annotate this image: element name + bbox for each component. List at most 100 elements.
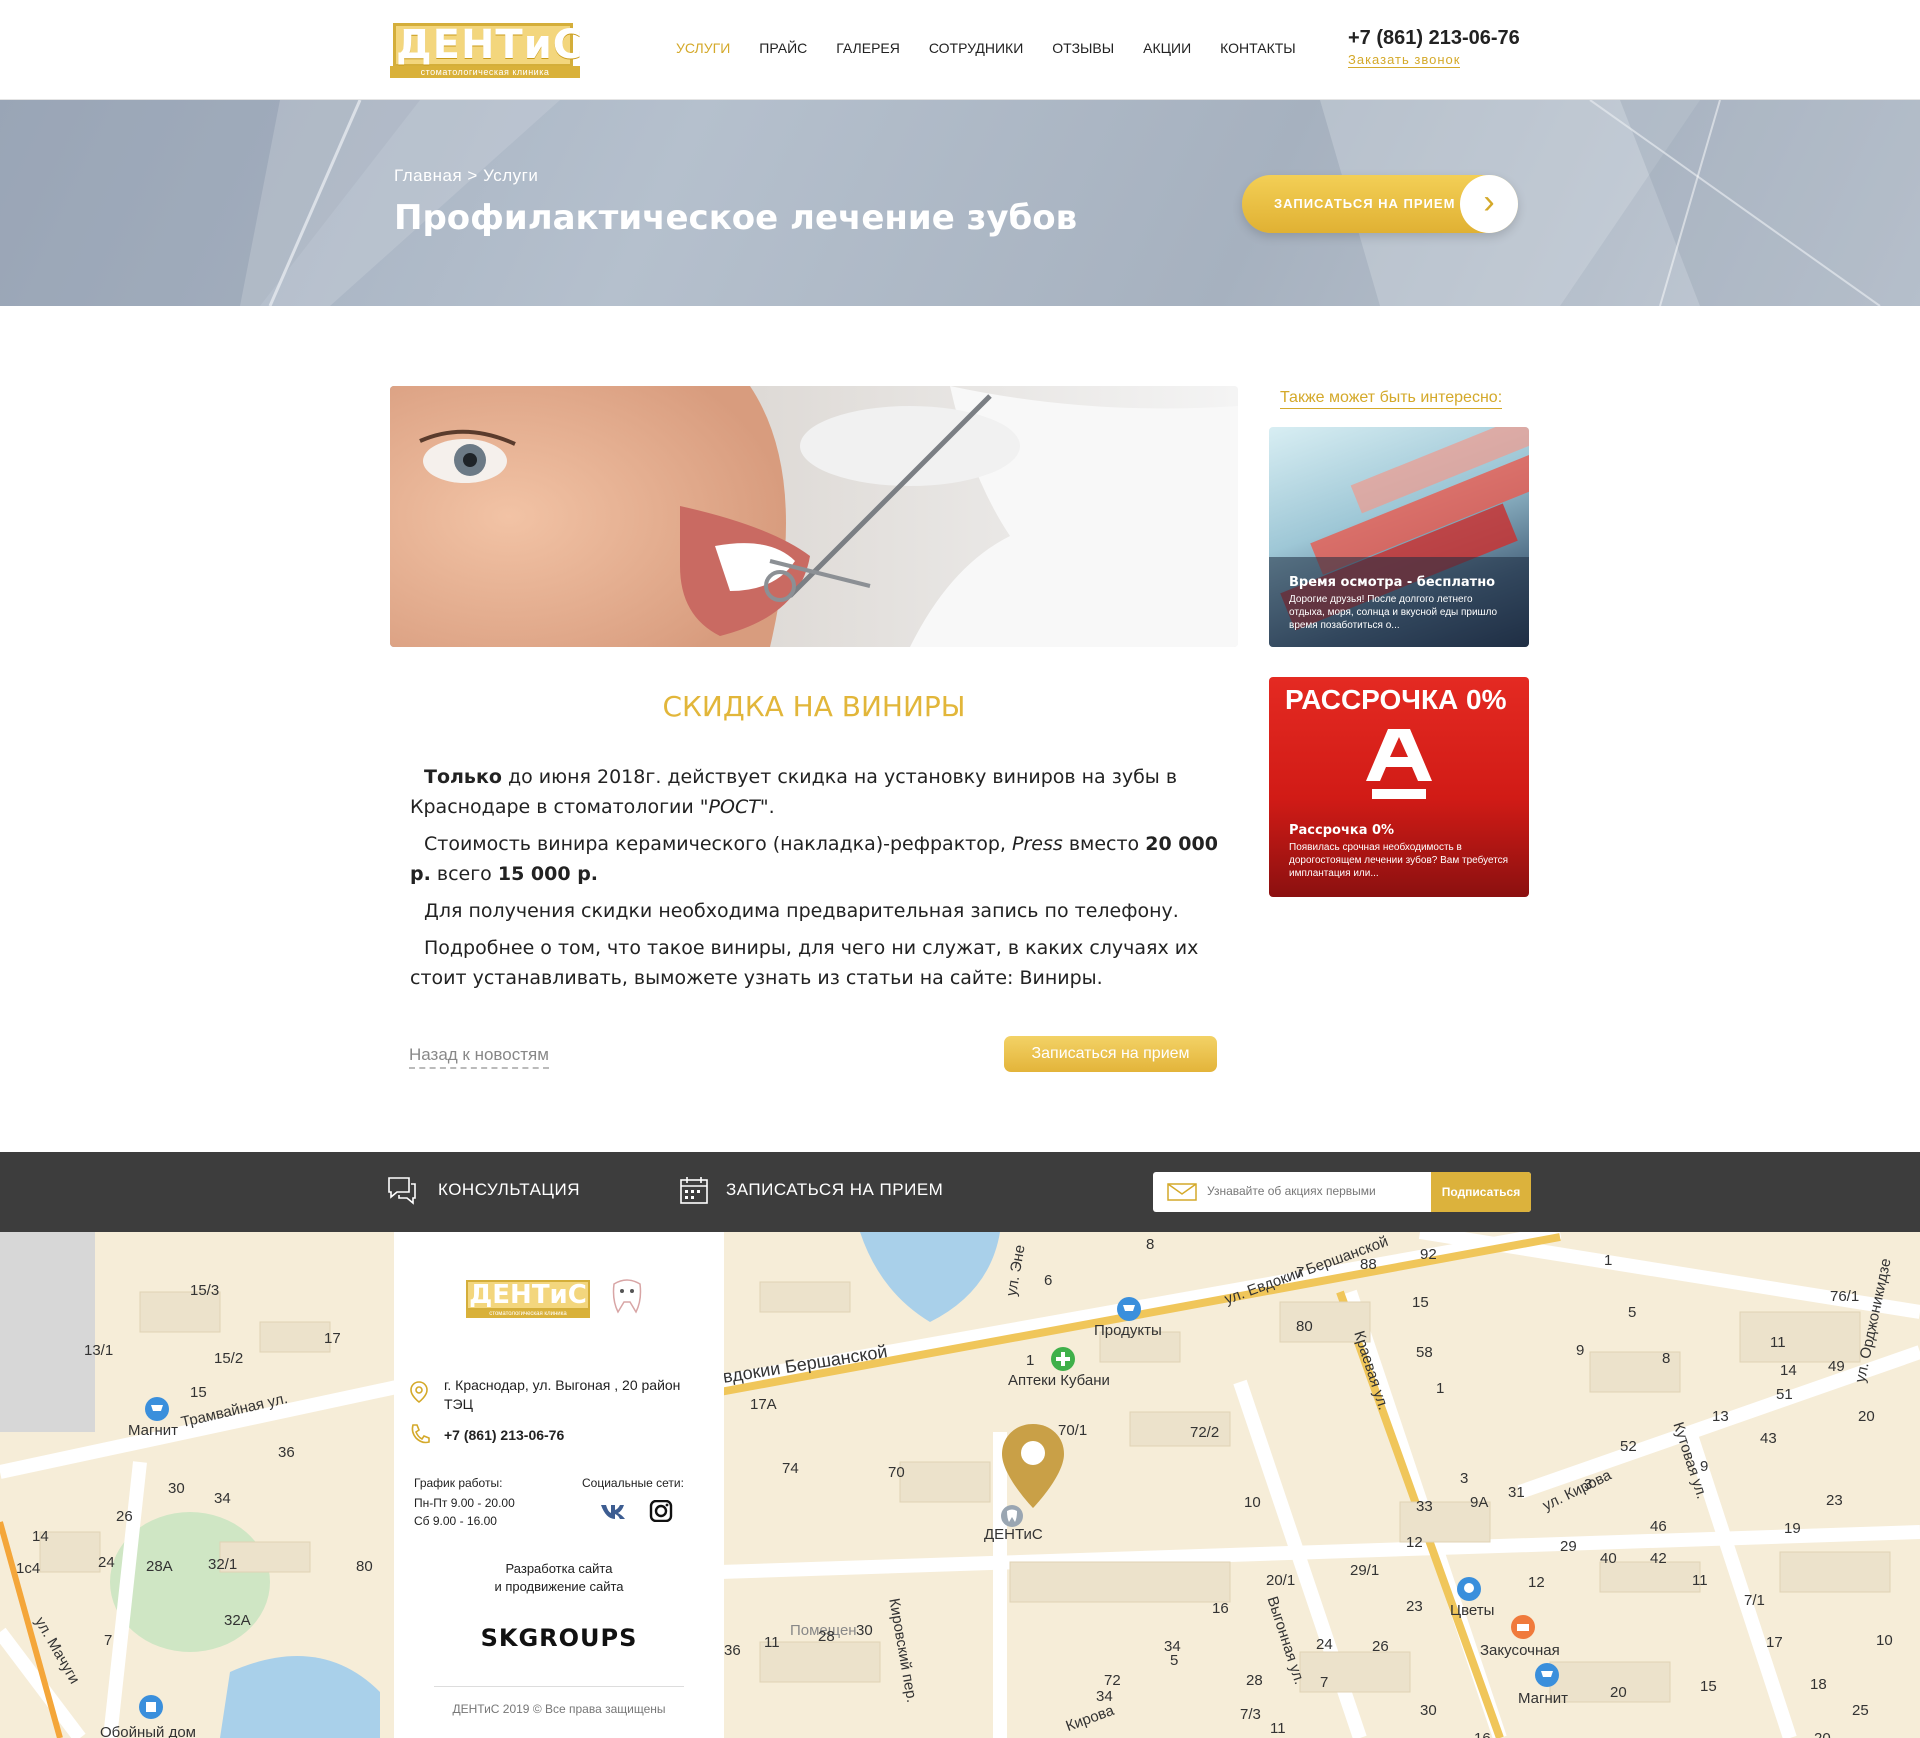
house-number: 43 (1760, 1430, 1777, 1447)
map-place-label[interactable]: Магнит (1518, 1690, 1568, 1707)
location-pin-icon[interactable] (1000, 1422, 1066, 1512)
text: Стоимость винира керамического (накладка… (424, 833, 1013, 855)
house-number: 19 (1784, 1520, 1801, 1537)
house-number: 13 (1712, 1408, 1729, 1425)
promo-card-free-checkup[interactable]: Время осмотра - бесплатно Дорогие друзья… (1269, 427, 1529, 647)
map-place-label[interactable]: Закусочная (1480, 1642, 1560, 1659)
house-number: 24 (98, 1554, 115, 1571)
house-number: 28А (146, 1558, 173, 1575)
installment-banner-text: РАССРОЧКА 0% (1285, 684, 1507, 715)
house-number: 3 (1584, 1476, 1593, 1493)
back-to-news-link[interactable]: Назад к новостям (409, 1043, 549, 1069)
house-number: 7/3 (1240, 1706, 1261, 1723)
nav-item-staff[interactable]: Сотрудники (929, 40, 1023, 56)
house-number: 15 (1412, 1294, 1429, 1311)
appointment-link[interactable]: ЗАПИСАТЬСЯ НА ПРИЕМ (726, 1180, 943, 1200)
developer-logo[interactable]: SKGROUPS (394, 1624, 724, 1652)
italic-text: Press (1012, 833, 1063, 855)
vk-icon[interactable] (600, 1500, 626, 1522)
tooth-mascot-icon (612, 1279, 642, 1314)
house-number: 49 (1828, 1358, 1845, 1375)
copyright: ДЕНТиС 2019 © Все права защищены (452, 1702, 666, 1716)
footer-logo[interactable]: ДЕНТиС стоматологическая клиника (466, 1280, 590, 1318)
house-number: 13/1 (84, 1342, 114, 1359)
house-number: 15 (1700, 1678, 1717, 1695)
footer-logo-text: ДЕНТиС (466, 1280, 590, 1310)
nav-item-promos[interactable]: Акции (1143, 40, 1191, 56)
house-number: 14 (32, 1528, 49, 1545)
house-number: 15 (190, 1384, 207, 1401)
text: вместо (1062, 833, 1146, 855)
house-number: 72 (1104, 1672, 1121, 1689)
hero-appointment-label: ЗАПИСАТЬСЯ НА ПРИЕМ (1274, 196, 1456, 211)
promo-card-title: Рассрочка 0% (1289, 823, 1395, 838)
house-number: 10 (1876, 1632, 1893, 1649)
consultation-link[interactable]: КОНСУЛЬТАЦИЯ (438, 1180, 580, 1200)
house-number: 30 (168, 1480, 185, 1497)
nav-item-contacts[interactable]: Контакты (1220, 40, 1296, 56)
sidebar-title[interactable]: Также может быть интересно: (1280, 388, 1503, 409)
subscribe-email-input[interactable]: Узнавайте об акциях первыми (1207, 1184, 1376, 1198)
house-number: 72/2 (1190, 1424, 1220, 1441)
house-number: 88 (1360, 1256, 1377, 1273)
house-number: 23 (1826, 1492, 1843, 1509)
breadcrumb[interactable]: Главная > Услуги (394, 166, 538, 186)
house-number: 28 (1246, 1672, 1263, 1689)
map-place-label[interactable]: Магнит (128, 1422, 178, 1439)
clinic-phone[interactable]: +7 (861) 213-06-76 (444, 1426, 564, 1444)
house-number: 24 (1316, 1636, 1333, 1653)
dentist-photo (390, 386, 1238, 647)
map-place-label[interactable]: ДЕНТиС (984, 1526, 1043, 1543)
map-place-label[interactable]: Продукты (1094, 1322, 1162, 1339)
header-phone[interactable]: +7 (861) 213-06-76 (1348, 26, 1520, 50)
house-number: 8 (1662, 1350, 1671, 1367)
shop-cart-icon[interactable] (1534, 1662, 1560, 1688)
house-number: 5 (1628, 1304, 1637, 1321)
header: ДЕНТиС стоматологическая клиника Услуги … (0, 0, 1920, 100)
house-number: 34 (1096, 1688, 1113, 1705)
house-number: 23 (1406, 1598, 1423, 1615)
divider (434, 1686, 684, 1687)
cafe-icon[interactable] (1510, 1614, 1536, 1640)
house-number: 3 (1460, 1470, 1469, 1487)
house-number: 30 (856, 1622, 873, 1639)
callback-link[interactable]: Заказать звонок (1348, 52, 1461, 68)
subscribe-button[interactable]: Подписаться (1431, 1172, 1531, 1212)
promo-card-text: Дорогие друзья! После долгого летнего от… (1289, 594, 1498, 631)
pharmacy-icon[interactable] (1050, 1346, 1076, 1372)
promo-card-installment[interactable]: РАССРОЧКА 0% Рассрочка 0% Появилась сроч… (1269, 677, 1529, 897)
chat-bubbles-icon[interactable] (386, 1174, 418, 1206)
logo[interactable]: ДЕНТиС стоматологическая клиника (390, 20, 582, 78)
instagram-icon[interactable] (648, 1500, 674, 1522)
promo-card-text: Появилась срочная необходимость в дорого… (1289, 842, 1509, 879)
developer-line: Разработка сайта (505, 1561, 613, 1576)
house-number: 30 (1420, 1702, 1437, 1719)
store-icon[interactable] (138, 1694, 164, 1720)
house-number: 28 (818, 1628, 835, 1645)
house-number: 1с4 (16, 1560, 41, 1577)
new-price: 15 000 р. (497, 863, 599, 885)
map-place-label[interactable]: Цветы (1450, 1602, 1494, 1619)
nav-item-gallery[interactable]: Галерея (836, 40, 900, 56)
nav-item-reviews[interactable]: Отзывы (1052, 40, 1114, 56)
subscribe-form: Узнавайте об акциях первыми Подписаться (1153, 1172, 1531, 1212)
house-number: 5 (1170, 1652, 1179, 1669)
flowers-icon[interactable] (1456, 1576, 1482, 1602)
house-number: 1 (1026, 1352, 1035, 1369)
house-number: 11 (764, 1634, 780, 1651)
main-nav: Услуги Прайс Галерея Сотрудники Отзывы А… (676, 40, 1325, 56)
nav-item-services[interactable]: Услуги (676, 40, 730, 56)
calendar-icon[interactable] (678, 1174, 710, 1206)
phone-icon (411, 1424, 430, 1444)
nav-item-price[interactable]: Прайс (759, 40, 807, 56)
appointment-button[interactable]: Записаться на прием (1004, 1036, 1217, 1072)
hero-appointment-button[interactable]: ЗАПИСАТЬСЯ НА ПРИЕМ › (1242, 175, 1518, 233)
house-number: 8 (1146, 1236, 1155, 1253)
map-place-label[interactable]: Обойный дом (100, 1724, 196, 1738)
shop-cart-icon[interactable] (144, 1396, 170, 1422)
map[interactable]: Трамвайная ул. вдокии Бершанской ул. Евд… (0, 1232, 1920, 1738)
house-number: 9 (1700, 1458, 1709, 1475)
house-number: 80 (356, 1558, 373, 1575)
shop-cart-icon[interactable] (1116, 1296, 1142, 1322)
map-place-label[interactable]: Аптеки Кубани (1008, 1372, 1110, 1389)
